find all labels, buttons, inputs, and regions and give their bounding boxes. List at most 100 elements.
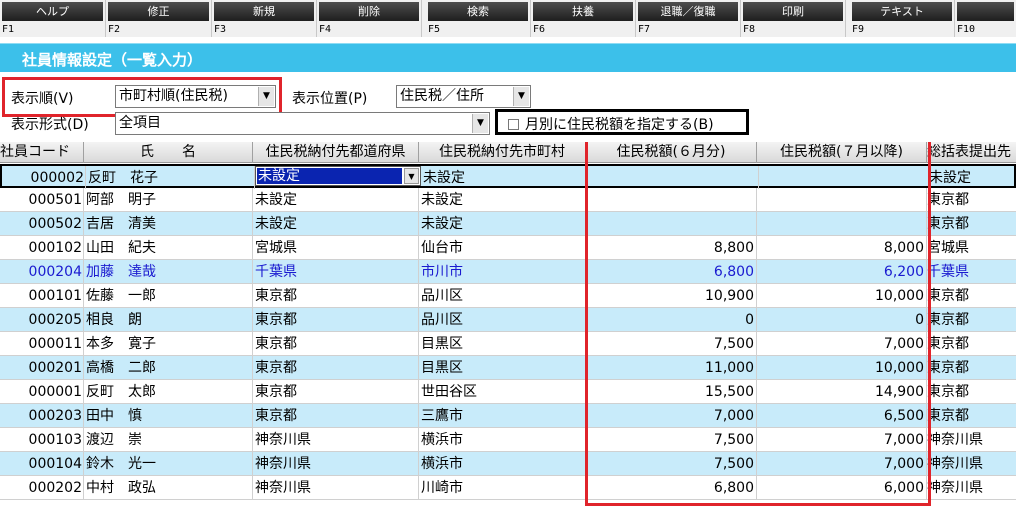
- cell-name[interactable]: 加藤 達哉: [84, 260, 253, 283]
- fkey-delete-label[interactable]: 削除: [319, 2, 419, 21]
- cell-city[interactable]: 横浜市: [419, 452, 586, 475]
- cell-name[interactable]: 吉居 清美: [84, 212, 253, 235]
- cell-name[interactable]: 反町 花子: [86, 166, 255, 189]
- cell-city[interactable]: 未設定: [419, 212, 586, 235]
- cell-code[interactable]: 000204: [0, 260, 84, 283]
- col-header-code[interactable]: 社員コード: [0, 142, 84, 163]
- display-position-select[interactable]: 住民税／住所 ▼: [396, 85, 531, 108]
- cell-pref[interactable]: 神奈川県: [253, 428, 419, 451]
- cell-summary[interactable]: 東京都: [927, 404, 1016, 427]
- cell-name[interactable]: 山田 紀夫: [84, 236, 253, 259]
- fkey-edit-label[interactable]: 修正: [108, 2, 209, 21]
- cell-city[interactable]: 未設定: [421, 166, 588, 189]
- fkey-delete[interactable]: 削除 F4: [317, 0, 422, 37]
- cell-code[interactable]: 000205: [0, 308, 84, 331]
- pref-cell-value[interactable]: 未設定: [257, 168, 402, 184]
- cell-name[interactable]: 相良 朗: [84, 308, 253, 331]
- cell-code[interactable]: 000101: [0, 284, 84, 307]
- fkey-new-label[interactable]: 新規: [214, 2, 314, 21]
- cell-pref[interactable]: 未設定: [253, 188, 419, 211]
- chevron-down-icon[interactable]: ▼: [513, 87, 529, 106]
- cell-summary[interactable]: 千葉県: [927, 260, 1016, 283]
- fkey-f10[interactable]: F10: [955, 0, 1016, 37]
- cell-code[interactable]: 000501: [0, 188, 84, 211]
- fkey-print-label[interactable]: 印刷: [743, 2, 843, 21]
- cell-name[interactable]: 鈴木 光一: [84, 452, 253, 475]
- cell-summary[interactable]: 東京都: [927, 284, 1016, 307]
- cell-summary[interactable]: 神奈川県: [927, 476, 1016, 499]
- cell-city[interactable]: 目黒区: [419, 356, 586, 379]
- fkey-retire-label[interactable]: 退職／復職: [638, 2, 738, 21]
- cell-city[interactable]: 目黒区: [419, 332, 586, 355]
- cell-city[interactable]: 品川区: [419, 284, 586, 307]
- cell-code[interactable]: 000102: [0, 236, 84, 259]
- cell-code[interactable]: 000201: [0, 356, 84, 379]
- chevron-down-icon[interactable]: ▼: [258, 87, 274, 106]
- cell-summary[interactable]: 東京都: [927, 188, 1016, 211]
- cell-pref[interactable]: 宮城県: [253, 236, 419, 259]
- cell-name[interactable]: 中村 政弘: [84, 476, 253, 499]
- cell-summary[interactable]: 東京都: [927, 332, 1016, 355]
- cell-code[interactable]: 000001: [0, 380, 84, 403]
- cell-summary[interactable]: 神奈川県: [927, 428, 1016, 451]
- col-header-pref[interactable]: 住民税納付先都道府県: [253, 142, 419, 163]
- cell-name[interactable]: 高橋 二郎: [84, 356, 253, 379]
- col-header-city[interactable]: 住民税納付先市町村: [419, 142, 586, 163]
- cell-code[interactable]: 000202: [0, 476, 84, 499]
- cell-name[interactable]: 渡辺 崇: [84, 428, 253, 451]
- cell-name[interactable]: 田中 慎: [84, 404, 253, 427]
- cell-pref[interactable]: 神奈川県: [253, 476, 419, 499]
- cell-code[interactable]: 000011: [0, 332, 84, 355]
- cell-pref[interactable]: 東京都: [253, 356, 419, 379]
- cell-code[interactable]: 000203: [0, 404, 84, 427]
- fkey-search-label[interactable]: 検索: [428, 2, 528, 21]
- cell-city[interactable]: 未設定: [419, 188, 586, 211]
- cell-pref[interactable]: 東京都: [253, 380, 419, 403]
- cell-city[interactable]: 世田谷区: [419, 380, 586, 403]
- cell-pref[interactable]: 神奈川県: [253, 452, 419, 475]
- checkbox-unchecked-icon[interactable]: [508, 119, 519, 130]
- cell-summary[interactable]: 神奈川県: [927, 452, 1016, 475]
- cell-code[interactable]: 000002: [2, 166, 86, 189]
- cell-code[interactable]: 000104: [0, 452, 84, 475]
- sort-order-select[interactable]: 市町村順(住民税) ▼: [115, 85, 276, 108]
- cell-summary[interactable]: 東京都: [927, 380, 1016, 403]
- fkey-print[interactable]: 印刷 F8: [741, 0, 846, 37]
- cell-pref[interactable]: 東京都: [253, 404, 419, 427]
- cell-pref[interactable]: 未設定: [253, 212, 419, 235]
- cell-city[interactable]: 横浜市: [419, 428, 586, 451]
- cell-summary[interactable]: 東京都: [927, 308, 1016, 331]
- cell-city[interactable]: 川崎市: [419, 476, 586, 499]
- cell-summary[interactable]: 未設定: [929, 166, 1016, 189]
- display-format-select[interactable]: 全項目 ▼: [115, 112, 490, 135]
- cell-summary[interactable]: 東京都: [927, 356, 1016, 379]
- fkey-help-label[interactable]: ヘルプ: [2, 2, 103, 21]
- fkey-edit[interactable]: 修正 F2: [106, 0, 212, 37]
- cell-name[interactable]: 佐藤 一郎: [84, 284, 253, 307]
- cell-city[interactable]: 市川市: [419, 260, 586, 283]
- cell-city[interactable]: 三鷹市: [419, 404, 586, 427]
- cell-code[interactable]: 000103: [0, 428, 84, 451]
- cell-name[interactable]: 本多 寛子: [84, 332, 253, 355]
- col-header-name[interactable]: 氏 名: [84, 142, 253, 163]
- chevron-down-icon[interactable]: ▼: [472, 114, 488, 133]
- chevron-down-icon[interactable]: ▼: [404, 168, 419, 184]
- cell-pref[interactable]: 東京都: [253, 332, 419, 355]
- cell-summary[interactable]: 東京都: [927, 212, 1016, 235]
- fkey-dependents-label[interactable]: 扶養: [533, 2, 633, 21]
- fkey-f10-label[interactable]: [957, 2, 1014, 21]
- cell-pref[interactable]: 東京都: [253, 284, 419, 307]
- pref-cell-editor[interactable]: 未設定 ▼: [255, 166, 421, 186]
- cell-name[interactable]: 反町 太郎: [84, 380, 253, 403]
- cell-pref[interactable]: 東京都: [253, 308, 419, 331]
- fkey-text-label[interactable]: テキスト: [852, 2, 952, 21]
- fkey-help[interactable]: ヘルプ F1: [0, 0, 106, 37]
- cell-pref[interactable]: 千葉県: [253, 260, 419, 283]
- fkey-retire[interactable]: 退職／復職 F7: [636, 0, 741, 37]
- fkey-dependents[interactable]: 扶養 F6: [531, 0, 636, 37]
- col-header-summary[interactable]: 総括表提出先: [927, 142, 1016, 163]
- fkey-search[interactable]: 検索 F5: [426, 0, 531, 37]
- monthly-tax-checkbox[interactable]: 月別に住民税額を指定する(B): [508, 114, 714, 134]
- cell-name[interactable]: 阿部 明子: [84, 188, 253, 211]
- cell-summary[interactable]: 宮城県: [927, 236, 1016, 259]
